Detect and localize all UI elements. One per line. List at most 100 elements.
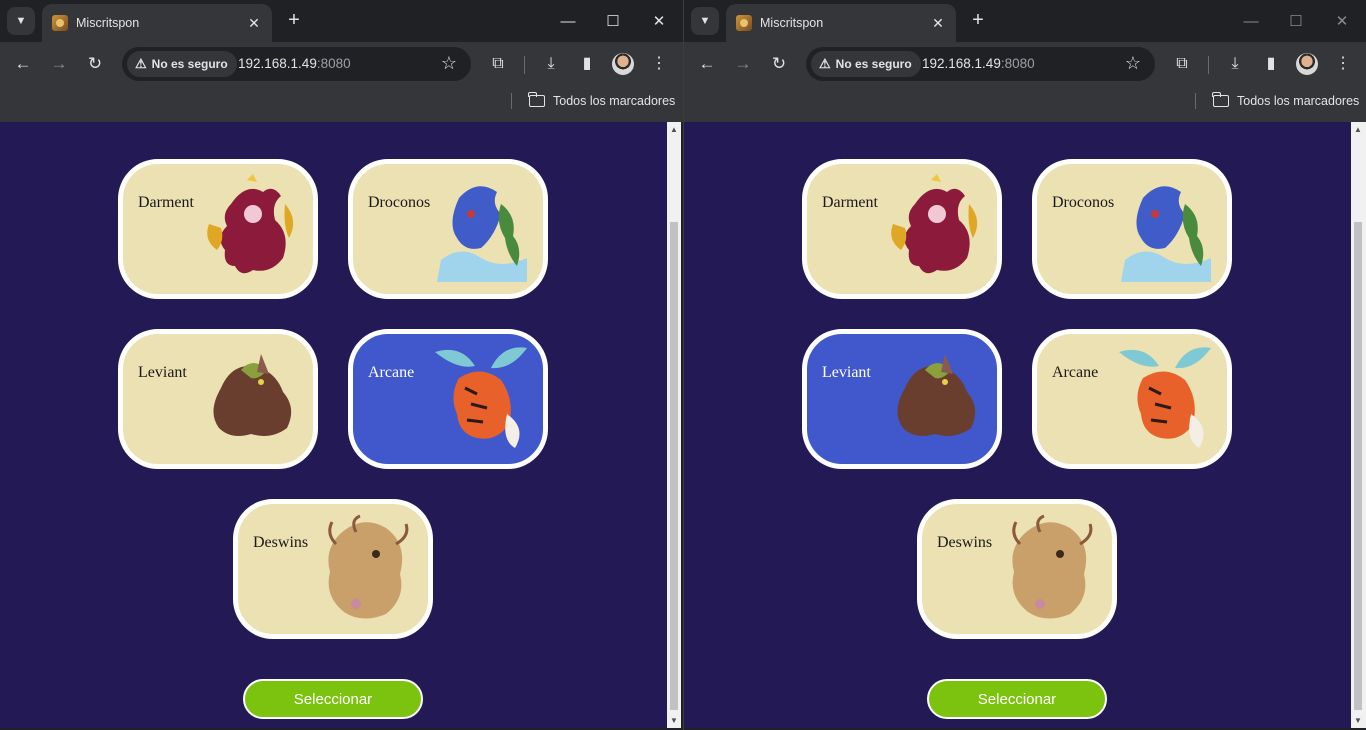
scroll-up-icon[interactable]: ▲	[1354, 125, 1362, 134]
bookmarks-divider	[511, 93, 512, 109]
security-chip[interactable]: ⚠ No es seguro	[811, 51, 921, 77]
arrow-right-icon[interactable]: →	[731, 52, 755, 76]
orange-winged-fox-creature-icon	[435, 347, 527, 448]
page-viewport: Darment Droconos Leviant Arcane Deswins …	[0, 122, 667, 728]
all-bookmarks-button[interactable]: Todos los marcadores	[528, 92, 676, 110]
card-deswins[interactable]: Deswins	[233, 499, 433, 639]
tab-title: Miscritspon	[760, 16, 824, 30]
toolbar: ← → ↻ ⚠ No es seguro 192.168.1.49:8080 ☆…	[0, 42, 683, 86]
bookmarks-label: Todos los marcadores	[1237, 94, 1360, 108]
card-label: Leviant	[822, 364, 871, 381]
card-label: Deswins	[937, 534, 993, 551]
page-scrollbar[interactable]: ▲ ▼	[1351, 122, 1366, 728]
bookmarks-divider	[1195, 93, 1196, 109]
tab-search-button[interactable]: ▼	[691, 7, 719, 35]
red-dragon-creature-icon	[891, 174, 978, 274]
chevron-down-icon: ▼	[699, 15, 711, 27]
minimize-button[interactable]: —	[545, 0, 591, 42]
card-droconos[interactable]: Droconos	[1032, 159, 1232, 299]
folder-icon	[1212, 92, 1229, 107]
card-droconos[interactable]: Droconos	[348, 159, 548, 299]
toolbar-divider	[524, 56, 525, 74]
scroll-down-icon[interactable]: ▼	[1354, 716, 1362, 725]
miscrits-favicon-icon	[52, 15, 68, 31]
scroll-down-icon[interactable]: ▼	[670, 716, 678, 725]
card-darment[interactable]: Darment	[802, 159, 1002, 299]
plus-icon[interactable]: +	[283, 9, 305, 31]
toolbar: ← → ↻ ⚠ No es seguro 192.168.1.49:8080 ☆…	[684, 42, 1366, 86]
puzzle-icon[interactable]: ⧉	[487, 53, 509, 75]
close-window-button[interactable]: ✕	[636, 0, 682, 42]
download-icon[interactable]: ⤓	[540, 53, 562, 75]
card-arcane[interactable]: Arcane	[348, 329, 548, 469]
page-scrollbar[interactable]: ▲ ▼	[667, 122, 681, 728]
select-button[interactable]: Seleccionar	[243, 679, 423, 719]
avatar[interactable]	[612, 53, 634, 75]
folder-icon	[528, 92, 545, 107]
brown-beast-creature-icon	[897, 354, 976, 436]
browser-window-left: ▼ Miscritspon ✕ + — ☐ ✕ ← → ↻ ⚠ No es se…	[0, 0, 683, 730]
arrow-left-icon[interactable]: ←	[11, 52, 35, 76]
close-icon[interactable]: ✕	[246, 15, 262, 32]
url-port: :8080	[1000, 56, 1035, 71]
reload-icon[interactable]: ↻	[767, 52, 791, 76]
scroll-thumb[interactable]	[1354, 222, 1362, 710]
side-panel-icon[interactable]: ▮	[576, 53, 598, 75]
plus-icon[interactable]: +	[967, 9, 989, 31]
chevron-down-icon: ▼	[15, 15, 27, 27]
maximize-button[interactable]: ☐	[590, 0, 636, 42]
scroll-thumb[interactable]	[670, 222, 678, 710]
star-icon[interactable]: ☆	[441, 53, 457, 74]
card-label: Droconos	[368, 194, 431, 211]
url-text[interactable]: 192.168.1.49:8080	[922, 56, 1035, 71]
card-label: Arcane	[1052, 364, 1099, 381]
tab-search-button[interactable]: ▼	[7, 7, 35, 35]
card-arcane[interactable]: Arcane	[1032, 329, 1232, 469]
address-bar[interactable]: ⚠ No es seguro 192.168.1.49:8080 ☆	[806, 47, 1155, 81]
three-dots-icon[interactable]: ⋮	[1332, 53, 1354, 75]
card-label: Leviant	[138, 364, 187, 381]
card-deswins[interactable]: Deswins	[917, 499, 1117, 639]
bookmarks-bar: Todos los marcadores	[0, 86, 683, 122]
card-label: Droconos	[1052, 194, 1115, 211]
reload-icon[interactable]: ↻	[83, 52, 107, 76]
side-panel-icon[interactable]: ▮	[1260, 53, 1282, 75]
page-viewport: Darment Droconos Leviant Arcane Deswins …	[684, 122, 1351, 728]
star-icon[interactable]: ☆	[1125, 53, 1141, 74]
url-text[interactable]: 192.168.1.49:8080	[238, 56, 351, 71]
card-label: Darment	[822, 194, 878, 211]
all-bookmarks-button[interactable]: Todos los marcadores	[1212, 92, 1360, 110]
close-window-button[interactable]: ✕	[1319, 0, 1365, 42]
tab-title: Miscritspon	[76, 16, 140, 30]
puzzle-icon[interactable]: ⧉	[1171, 53, 1193, 75]
card-label: Arcane	[368, 364, 415, 381]
card-leviant[interactable]: Leviant	[802, 329, 1002, 469]
card-darment[interactable]: Darment	[118, 159, 318, 299]
url-port: :8080	[316, 56, 351, 71]
security-chip[interactable]: ⚠ No es seguro	[127, 51, 237, 77]
close-icon[interactable]: ✕	[930, 15, 946, 32]
bookmarks-bar: Todos los marcadores	[684, 86, 1366, 122]
avatar[interactable]	[1296, 53, 1318, 75]
select-button[interactable]: Seleccionar	[927, 679, 1107, 719]
tab-strip: ▼ Miscritspon ✕ + — ☐ ✕	[0, 0, 683, 42]
card-leviant[interactable]: Leviant	[118, 329, 318, 469]
minimize-button[interactable]: —	[1228, 0, 1274, 42]
arrow-left-icon[interactable]: ←	[695, 52, 719, 76]
security-label: No es seguro	[835, 57, 912, 71]
tab-miscritspon[interactable]: Miscritspon ✕	[726, 4, 956, 42]
arrow-right-icon[interactable]: →	[47, 52, 71, 76]
address-bar[interactable]: ⚠ No es seguro 192.168.1.49:8080 ☆	[122, 47, 471, 81]
blue-water-dragon-creature-icon	[437, 186, 527, 282]
blue-water-dragon-creature-icon	[1121, 186, 1211, 282]
scroll-up-icon[interactable]: ▲	[670, 125, 678, 134]
orange-winged-fox-creature-icon	[1119, 347, 1211, 448]
tab-strip: ▼ Miscritspon ✕ + — ☐ ✕	[684, 0, 1366, 42]
download-icon[interactable]: ⤓	[1224, 53, 1246, 75]
maximize-button[interactable]: ☐	[1273, 0, 1319, 42]
tab-miscritspon[interactable]: Miscritspon ✕	[42, 4, 272, 42]
three-dots-icon[interactable]: ⋮	[648, 53, 670, 75]
url-host: 192.168.1.49	[238, 56, 317, 71]
browser-window-right: ▼ Miscritspon ✕ + — ☐ ✕ ← → ↻ ⚠ No es se…	[683, 0, 1366, 730]
bookmarks-label: Todos los marcadores	[553, 94, 676, 108]
